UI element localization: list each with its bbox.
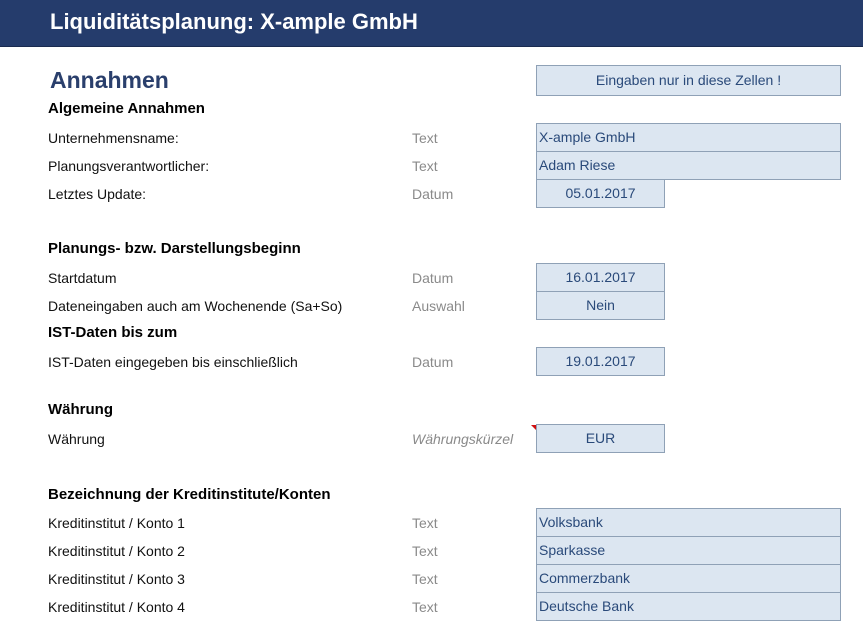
page-title: Liquiditätsplanung: X-ample GmbH xyxy=(50,9,418,34)
label-startdatum: Startdatum xyxy=(48,270,117,286)
input-konto-2[interactable]: Sparkasse xyxy=(536,536,841,565)
type-konto-4: Text xyxy=(412,599,438,615)
group-title-allgemein: Algemeine Annahmen xyxy=(48,100,205,117)
type-ist-daten: Datum xyxy=(412,354,454,370)
label-wochenende: Dateneingaben auch am Wochenende (Sa+So) xyxy=(48,298,343,314)
group-title-beginn: Planungs- bzw. Darstellungsbeginn xyxy=(48,240,301,257)
input-ist-daten[interactable]: 19.01.2017 xyxy=(536,347,665,376)
group-title-waehrung: Währung xyxy=(48,401,113,418)
input-konto-4[interactable]: Deutsche Bank xyxy=(536,592,841,621)
title-bar: Liquiditätsplanung: X-ample GmbH xyxy=(0,0,863,47)
type-waehrung: Währungskürzel xyxy=(412,431,514,447)
label-waehrung: Währung xyxy=(48,431,105,447)
input-letztes-update[interactable]: 05.01.2017 xyxy=(536,179,665,208)
label-konto-3: Kreditinstitut / Konto 3 xyxy=(48,571,185,587)
input-konto-3[interactable]: Commerzbank xyxy=(536,564,841,593)
type-konto-3: Text xyxy=(412,571,438,587)
group-title-konten: Bezeichnung der Kreditinstitute/Konten xyxy=(48,486,331,503)
label-ist-daten: IST-Daten eingegeben bis einschließlich xyxy=(48,354,298,370)
type-konto-1: Text xyxy=(412,515,438,531)
input-startdatum[interactable]: 16.01.2017 xyxy=(536,263,665,292)
input-konto-1[interactable]: Volksbank xyxy=(536,508,841,537)
label-letztes-update: Letztes Update: xyxy=(48,186,147,202)
group-title-ist: IST-Daten bis zum xyxy=(48,324,178,341)
select-wochenende[interactable]: Nein xyxy=(536,291,665,320)
section-title: Annahmen xyxy=(50,67,169,93)
input-waehrung[interactable]: EUR xyxy=(536,424,665,453)
label-unternehmensname: Unternehmensname: xyxy=(48,130,179,146)
label-konto-2: Kreditinstitut / Konto 2 xyxy=(48,543,185,559)
input-hint-box: Eingaben nur in diese Zellen ! xyxy=(536,65,841,96)
input-unternehmensname[interactable]: X-ample GmbH xyxy=(536,123,841,152)
type-unternehmensname: Text xyxy=(412,130,438,146)
input-planungsverantwortlicher[interactable]: Adam Riese xyxy=(536,151,841,180)
type-konto-2: Text xyxy=(412,543,438,559)
label-planungsverantwortlicher: Planungsverantwortlicher: xyxy=(48,158,210,174)
type-startdatum: Datum xyxy=(412,270,454,286)
label-konto-4: Kreditinstitut / Konto 4 xyxy=(48,599,185,615)
type-letztes-update: Datum xyxy=(412,186,454,202)
type-wochenende: Auswahl xyxy=(412,298,465,314)
label-konto-1: Kreditinstitut / Konto 1 xyxy=(48,515,185,531)
type-planungsverantwortlicher: Text xyxy=(412,158,438,174)
